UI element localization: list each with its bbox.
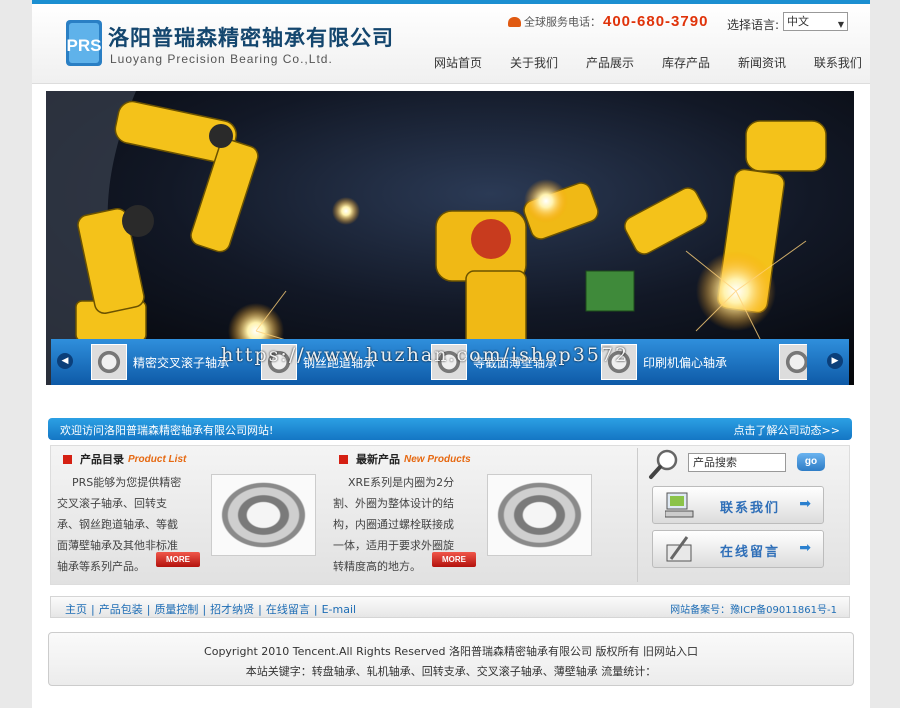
contact-us-button[interactable]: 联系我们 ➡ — [652, 486, 824, 524]
carousel-prev-button[interactable]: ◀ — [57, 353, 73, 369]
language-label: 选择语言: — [727, 18, 780, 32]
company-name-cn: 洛阳普瑞森精密轴承有限公司 — [108, 26, 394, 50]
new-products-title: 最新产品 — [356, 453, 400, 466]
site-header: PRS 洛阳普瑞森精密轴承有限公司 Luoyang Precision Bear… — [32, 4, 870, 84]
nav-products[interactable]: 产品展示 — [586, 54, 634, 74]
hotline: 全球服务电话： 400-680-3790 — [508, 13, 708, 30]
product-list-more-button[interactable]: MORE — [156, 552, 200, 567]
copyright-text: Copyright 2010 Tencent.All Rights Reserv… — [204, 645, 698, 658]
new-products-more-button[interactable]: MORE — [432, 552, 476, 567]
search-input[interactable]: 产品搜索 — [688, 453, 786, 472]
content-row: 产品目录 Product List PRS能够为您提供精密交叉滚子轴承、回转支承、… — [50, 445, 850, 585]
main-nav: 网站首页 关于我们 产品展示 库存产品 新闻资讯 联系我们 — [434, 54, 862, 74]
welcome-bar: 欢迎访问洛阳普瑞森精密轴承有限公司网站! 点击了解公司动态>> — [48, 418, 852, 440]
product-list-title-en: Product List — [128, 453, 187, 465]
hotline-label: 全球服务电话： — [524, 15, 601, 29]
link-message[interactable]: 在线留言 — [266, 603, 310, 616]
page-container: PRS 洛阳普瑞森精密轴承有限公司 Luoyang Precision Bear… — [32, 0, 870, 708]
hero-banner: ◀ 精密交叉滚子轴承 钢丝跑道轴承 等截面薄壁轴承 印刷机偏心轴承 ▶ http… — [46, 91, 854, 385]
product-list-title: 产品目录 — [80, 453, 124, 466]
online-message-button[interactable]: 在线留言 ➡ — [652, 530, 824, 568]
new-products-title-en: New Products — [404, 453, 471, 465]
link-email[interactable]: E-mail — [322, 603, 357, 616]
phone-icon — [508, 16, 521, 27]
carousel-item-label: 精密交叉滚子轴承 — [133, 356, 230, 370]
carousel-thumb — [779, 344, 807, 380]
bullet-icon — [63, 454, 72, 464]
carousel-item[interactable] — [779, 344, 807, 380]
nav-contact[interactable]: 联系我们 — [814, 54, 862, 74]
online-message-label: 在线留言 — [720, 545, 781, 560]
arrow-right-icon: ➡ — [799, 540, 811, 556]
quick-links: 主页 | 产品包装 | 质量控制 | 招才纳贤 | 在线留言 | E-mail — [65, 603, 357, 616]
link-careers[interactable]: 招才纳贤 — [210, 603, 254, 616]
chevron-down-icon: ▼ — [837, 20, 844, 29]
new-products-heading: 最新产品 New Products — [339, 451, 471, 467]
logo-letters: PRS — [67, 36, 102, 55]
link-packaging[interactable]: 产品包装 — [99, 603, 143, 616]
contact-us-label: 联系我们 — [720, 501, 781, 516]
nav-news[interactable]: 新闻资讯 — [738, 54, 786, 74]
language-selected: 中文 — [787, 15, 809, 28]
product-list-heading: 产品目录 Product List — [63, 451, 186, 467]
pen-paper-icon — [666, 536, 692, 562]
bearing-image[interactable] — [487, 474, 592, 556]
hotline-number: 400-680-3790 — [603, 13, 709, 30]
carousel-next-button[interactable]: ▶ — [827, 353, 843, 369]
watermark-text: https://www.huzhan.com/ishop3572 — [221, 344, 630, 366]
bullet-icon — [339, 454, 348, 464]
link-home[interactable]: 主页 — [65, 603, 87, 616]
welcome-text: 欢迎访问洛阳普瑞森精密轴承有限公司网站! — [60, 424, 274, 437]
site-footer: Copyright 2010 Tencent.All Rights Reserv… — [48, 632, 854, 686]
bearing-image[interactable] — [211, 474, 316, 556]
arrow-right-icon: ➡ — [799, 496, 811, 512]
divider — [637, 448, 638, 582]
nav-home[interactable]: 网站首页 — [434, 54, 482, 74]
company-name-en: Luoyang Precision Bearing Co.,Ltd. — [110, 52, 333, 66]
quick-links-bar: 主页 | 产品包装 | 质量控制 | 招才纳贤 | 在线留言 | E-mail 网站备案号：豫ICP… — [50, 596, 850, 618]
icp-record[interactable]: 网站备案号：豫ICP备09011861号-1 — [670, 601, 837, 616]
computer-icon — [665, 492, 694, 518]
language-select[interactable]: 中文 ▼ — [783, 12, 848, 31]
carousel-thumb — [91, 344, 127, 380]
company-news-link[interactable]: 点击了解公司动态>> — [734, 422, 840, 438]
keywords-text: 本站关键字：转盘轴承、轧机轴承、回转支承、交叉滚子轴承、薄壁轴承 流量统计： — [245, 665, 657, 678]
nav-about[interactable]: 关于我们 — [510, 54, 558, 74]
prs-logo-icon[interactable]: PRS — [66, 20, 102, 66]
nav-stock[interactable]: 库存产品 — [662, 54, 710, 74]
magnifier-icon — [649, 449, 678, 479]
carousel-item-label: 印刷机偏心轴承 — [643, 356, 728, 370]
search-go-button[interactable]: go — [797, 453, 825, 471]
link-quality[interactable]: 质量控制 — [154, 603, 198, 616]
